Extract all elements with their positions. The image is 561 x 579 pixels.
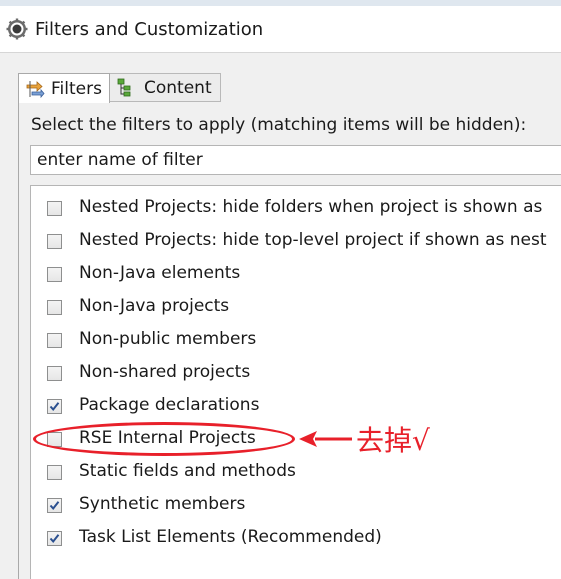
window-title: Filters and Customization bbox=[35, 19, 264, 40]
checkmark-icon bbox=[49, 501, 60, 511]
checkbox-nested-top-level[interactable] bbox=[47, 234, 62, 249]
content-tree-icon bbox=[116, 78, 132, 98]
item-label: Non-public members bbox=[79, 329, 257, 349]
item-label: Non-Java projects bbox=[79, 296, 230, 316]
item-label: Task List Elements (Recommended) bbox=[79, 527, 382, 547]
item-label: Non-shared projects bbox=[79, 362, 251, 382]
dialog-body: Filters Content Select the filters to ap… bbox=[0, 52, 561, 579]
list-item[interactable]: Package declarations bbox=[31, 392, 561, 425]
list-item[interactable]: Task List Elements (Recommended) bbox=[31, 524, 561, 557]
tab-filters-label: Filters bbox=[51, 78, 102, 99]
checkbox-synthetic-members[interactable] bbox=[47, 498, 62, 513]
item-label: Non-Java elements bbox=[79, 263, 241, 283]
list-item[interactable]: Non-Java projects bbox=[31, 293, 561, 326]
list-item[interactable]: Nested Projects: hide folders when proje… bbox=[31, 194, 561, 227]
item-label: Synthetic members bbox=[79, 494, 246, 514]
annotation-ellipse bbox=[33, 422, 295, 456]
list-item[interactable]: Static fields and methods bbox=[31, 458, 561, 491]
annotation-arrow-icon bbox=[299, 431, 352, 447]
checkmark-icon bbox=[49, 402, 60, 412]
annotation-text: 去掉√ bbox=[356, 424, 430, 457]
checkbox-non-public-members[interactable] bbox=[47, 333, 62, 348]
list-item[interactable]: Non-public members bbox=[31, 326, 561, 359]
filters-list: Nested Projects: hide folders when proje… bbox=[30, 185, 561, 579]
filters-panel: Select the filters to apply (matching it… bbox=[18, 103, 561, 579]
tab-filters[interactable]: Filters bbox=[18, 73, 110, 104]
checkbox-task-list-elements[interactable] bbox=[47, 531, 62, 546]
tab-content[interactable]: Content bbox=[110, 73, 221, 102]
list-item[interactable]: Synthetic members bbox=[31, 491, 561, 524]
list-item[interactable]: Non-shared projects bbox=[31, 359, 561, 392]
list-item[interactable]: Non-Java elements bbox=[31, 260, 561, 293]
checkbox-static-fields-methods[interactable] bbox=[47, 465, 62, 480]
list-item[interactable]: Nested Projects: hide top-level project … bbox=[31, 227, 561, 260]
checkbox-non-java-projects[interactable] bbox=[47, 300, 62, 315]
checkbox-non-shared-projects[interactable] bbox=[47, 366, 62, 381]
item-label: Package declarations bbox=[79, 395, 260, 415]
item-label: Nested Projects: hide top-level project … bbox=[79, 230, 547, 250]
item-label: Static fields and methods bbox=[79, 461, 296, 481]
title-bar: Filters and Customization bbox=[0, 6, 561, 52]
checkbox-package-declarations[interactable] bbox=[47, 399, 62, 414]
checkbox-nested-folders[interactable] bbox=[47, 201, 62, 216]
filter-name-input[interactable]: enter name of filter bbox=[30, 145, 561, 175]
filter-arrows-icon bbox=[25, 79, 45, 99]
checkbox-non-java-elements[interactable] bbox=[47, 267, 62, 282]
tab-content-label: Content bbox=[144, 77, 212, 98]
filters-instruction: Select the filters to apply (matching it… bbox=[31, 115, 527, 135]
checkmark-icon bbox=[49, 534, 60, 544]
tab-strip: Filters Content bbox=[18, 73, 561, 104]
eclipse-gear-icon bbox=[6, 18, 28, 40]
item-label: Nested Projects: hide folders when proje… bbox=[79, 197, 543, 217]
